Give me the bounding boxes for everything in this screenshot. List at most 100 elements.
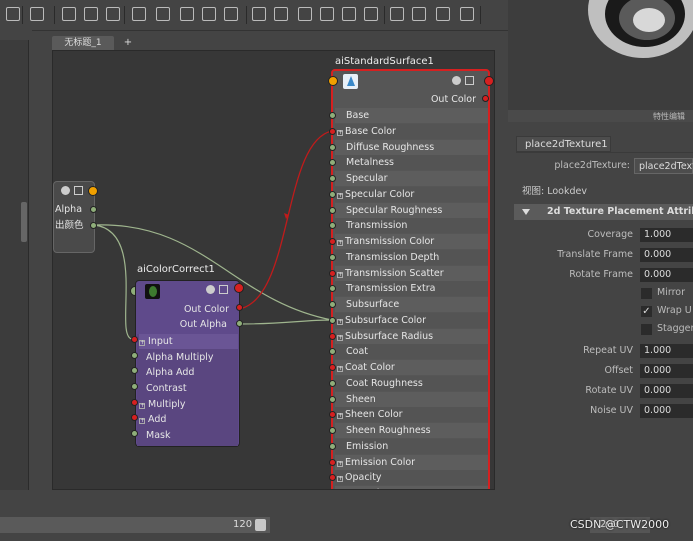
ss-input-label: Subsurface Radius (345, 330, 434, 342)
clear-icon[interactable] (180, 7, 194, 21)
tab-untitled[interactable]: 无标题_1 (52, 36, 114, 50)
ae-field-value[interactable]: 0.000 (640, 364, 693, 378)
node-settings-icon[interactable] (206, 285, 215, 294)
ae-field-value[interactable]: 1.000 (640, 228, 693, 242)
show-connected-icon[interactable] (274, 7, 288, 21)
ss-input-port[interactable] (329, 143, 336, 151)
ae-tab-place2dtexture[interactable]: place2dTexture1 (516, 136, 611, 152)
node-settings-icon[interactable] (452, 76, 461, 85)
cc-multiply-port[interactable] (131, 399, 138, 406)
ae-checkbox[interactable]: ✓ (641, 306, 652, 317)
cc-alpha-multiply-port[interactable] (131, 352, 138, 359)
expand-plus-icon[interactable]: + (337, 476, 343, 483)
ss-input-port[interactable] (329, 395, 336, 403)
expand-plus-icon[interactable]: + (337, 460, 343, 467)
range-slider[interactable]: 120 (0, 517, 270, 533)
expand-plus-icon[interactable]: + (337, 366, 343, 372)
cc-outalpha-port[interactable] (236, 320, 243, 327)
show-all-icon[interactable] (298, 7, 312, 21)
cc-mask-port[interactable] (131, 430, 138, 437)
layout-icon[interactable] (84, 7, 98, 21)
ae-field-value[interactable]: 0.000 (640, 384, 693, 398)
cc-add-port[interactable] (131, 414, 138, 421)
ss-input-port[interactable] (329, 269, 336, 277)
ss-input-port[interactable] (329, 364, 336, 371)
toggle-icon[interactable] (224, 7, 238, 21)
cc-outcolor-port[interactable] (234, 283, 244, 293)
frame-selected-icon[interactable] (62, 7, 76, 21)
ae-field-value[interactable]: 0.000 (640, 268, 693, 282)
cc-contrast-port[interactable] (131, 383, 138, 390)
file-alpha-port[interactable] (90, 206, 97, 213)
ae-field-value[interactable]: 0.000 (640, 404, 693, 418)
ae-field-value[interactable]: 0.000 (640, 248, 693, 262)
hide-attr-icon[interactable] (252, 7, 266, 21)
rearrange-icon[interactable] (202, 7, 216, 21)
expand-plus-icon[interactable]: + (337, 413, 343, 420)
ae-checkbox-label: Mirror (657, 287, 685, 298)
add-tab-button[interactable]: + (119, 36, 137, 50)
ss-input-port[interactable] (329, 316, 336, 324)
ae-node-name-field[interactable]: place2dTextu (634, 158, 693, 174)
cc-input-port[interactable] (131, 336, 138, 343)
expand-plus-icon[interactable]: + (337, 318, 343, 325)
file-outcolor-port[interactable] (90, 222, 97, 229)
ae-checkbox[interactable] (641, 288, 652, 299)
cc-input-input: + Input (139, 334, 238, 349)
custom-icon[interactable] (320, 7, 334, 21)
ae-checkbox[interactable] (641, 324, 652, 335)
node-list-icon[interactable] (219, 285, 228, 294)
file-node[interactable]: Alpha 出颜色 (53, 181, 98, 253)
ss-input-port[interactable] (329, 238, 336, 245)
select-icon[interactable] (106, 7, 120, 21)
left-scrollbar[interactable] (21, 202, 27, 242)
add-icon[interactable] (132, 7, 146, 21)
snap-icon[interactable] (412, 7, 426, 21)
node-output-port[interactable] (88, 186, 98, 196)
cc-input-add: + Add (139, 414, 167, 425)
more-icon[interactable] (460, 7, 474, 21)
graph-icon[interactable] (6, 7, 20, 21)
frame-all-icon[interactable] (30, 7, 44, 21)
remove-icon[interactable] (156, 7, 170, 21)
ss-input-port[interactable] (329, 458, 336, 466)
ss-input-port[interactable] (329, 442, 336, 450)
search-icon[interactable] (342, 7, 356, 21)
ss-input-port[interactable] (328, 76, 338, 86)
ss-output-port[interactable] (484, 76, 494, 86)
ss-outcolor-port[interactable] (482, 95, 489, 102)
expand-plus-icon[interactable]: + (337, 240, 343, 246)
ae-field-value[interactable]: 1.000 (640, 344, 693, 358)
color-correct-node[interactable]: Out Color Out Alpha + Input Alpha Multip… (135, 280, 240, 447)
standard-surface-node[interactable]: Out Color Base + Base Color Diffuse Roughne… (331, 69, 490, 489)
viewport-panel[interactable] (508, 0, 693, 110)
ss-input-port[interactable] (329, 190, 336, 198)
node-list-icon[interactable] (74, 186, 83, 195)
view-icon[interactable] (436, 7, 450, 21)
expand-plus-icon[interactable]: + (337, 271, 343, 278)
ss-input-port[interactable] (329, 332, 336, 340)
ss-input-port[interactable] (329, 112, 336, 119)
connection-file-to-input (93, 224, 133, 340)
bookmark-icon[interactable] (364, 7, 378, 21)
expand-plus-icon[interactable]: + (337, 129, 343, 136)
cc-outcolor-sub-port[interactable] (236, 304, 243, 311)
ss-input-row: + Base Color (335, 123, 488, 139)
node-list-icon[interactable] (465, 76, 474, 85)
expand-plus-icon[interactable]: + (337, 334, 343, 341)
range-slider-handle[interactable] (255, 519, 266, 531)
ss-input-port[interactable] (329, 175, 336, 182)
ss-input-port[interactable] (329, 253, 336, 261)
cc-alpha-add-port[interactable] (131, 367, 138, 374)
grid-icon[interactable] (390, 7, 404, 21)
ae-section-header[interactable]: 2d Texture Placement Attribu (514, 204, 693, 220)
ss-input-port[interactable] (329, 127, 336, 135)
ss-input-port[interactable] (329, 379, 336, 387)
node-settings-icon[interactable] (61, 186, 70, 195)
expand-plus-icon[interactable]: + (337, 192, 343, 199)
ss-input-row: Coat (335, 344, 488, 360)
ss-input-port[interactable] (329, 301, 336, 308)
ss-input-port[interactable] (329, 206, 336, 214)
node-graph-canvas[interactable]: Alpha 出颜色 aiColorCorrect1 Out Color Out … (52, 50, 495, 490)
ss-input-port[interactable] (329, 427, 336, 434)
